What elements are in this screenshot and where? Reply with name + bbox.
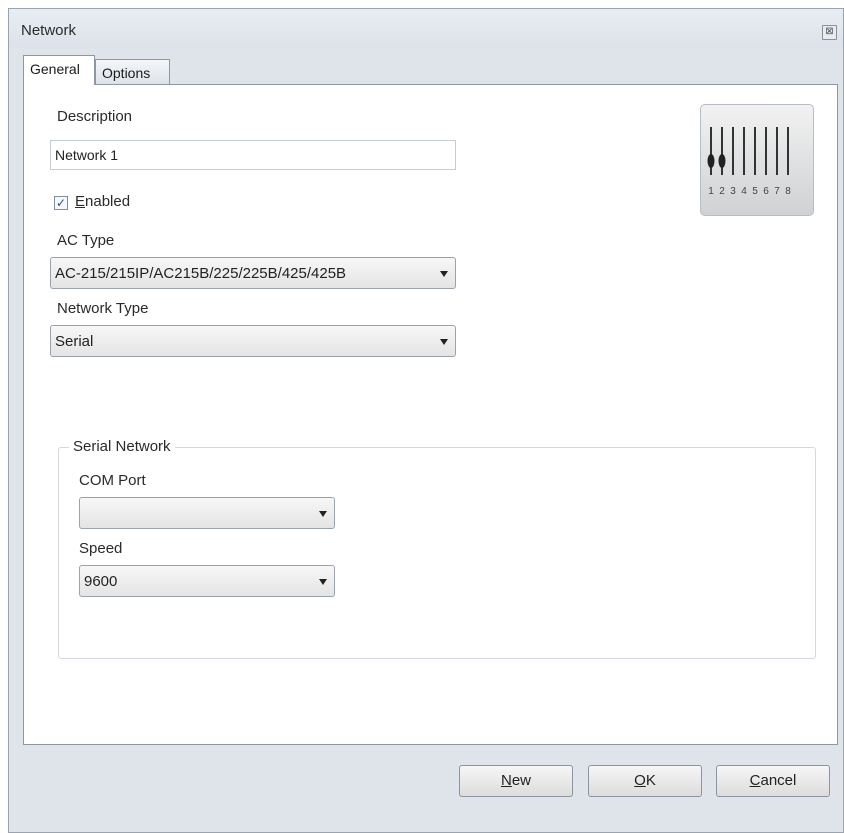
ok-button[interactable]: OK: [588, 765, 702, 797]
dip-switch-graphic: 1 2 3 4 5 6 7 8: [707, 127, 791, 197]
new-mnemonic: N: [500, 772, 512, 789]
ok-label-rest: K: [645, 772, 656, 789]
com-port-select[interactable]: [79, 497, 335, 529]
dip-number: 4: [741, 186, 747, 197]
chevron-down-icon: [440, 271, 448, 277]
network-type-select[interactable]: Serial: [50, 325, 456, 357]
ac-type-label: AC Type: [57, 232, 115, 249]
enabled-checkbox[interactable]: ✓: [54, 196, 68, 210]
dip-number: 3: [730, 186, 736, 197]
dip-number: 7: [774, 186, 780, 197]
cancel-mnemonic: C: [749, 772, 761, 789]
description-input[interactable]: Network 1: [50, 140, 456, 170]
tab-general[interactable]: General: [23, 55, 95, 85]
window-title: Network: [21, 22, 77, 39]
cancel-label-rest: ancel: [760, 772, 797, 789]
ok-mnemonic: O: [634, 772, 646, 789]
close-button[interactable]: ⊠: [822, 25, 837, 40]
dip-number: 2: [719, 186, 725, 197]
speed-label: Speed: [79, 540, 123, 557]
com-port-label: COM Port: [79, 472, 146, 489]
network-type-value: Serial: [55, 333, 94, 350]
description-label: Description: [57, 108, 133, 125]
network-type-label: Network Type: [57, 300, 149, 317]
title-bar[interactable]: Network ⊠: [9, 9, 843, 47]
chevron-down-icon: [319, 579, 327, 585]
new-label-rest: ew: [511, 772, 532, 789]
dip-number: 1: [708, 186, 714, 197]
speed-select[interactable]: 9600: [79, 565, 335, 597]
tab-options-label: Options: [102, 65, 151, 81]
enabled-mnemonic: E: [75, 193, 86, 210]
dip-number: 8: [785, 186, 791, 197]
cancel-button[interactable]: Cancel: [716, 765, 830, 797]
chevron-down-icon: [440, 339, 448, 345]
ac-type-value: AC-215/215IP/AC215B/225/225B/425/425B: [55, 265, 347, 282]
dip-switch-icon: 1 2 3 4 5 6 7 8: [700, 104, 814, 216]
new-button[interactable]: New: [459, 765, 573, 797]
network-dialog: Network ⊠ General Options Description Ne…: [8, 8, 844, 833]
tab-general-label: General: [30, 61, 80, 77]
serial-network-group: Serial Network COM Port Speed 9600: [58, 438, 816, 659]
general-tab-panel: Description Network 1 ✓ Enabled AC Type …: [23, 84, 838, 745]
tab-options[interactable]: Options: [95, 59, 170, 85]
speed-value: 9600: [84, 573, 118, 590]
serial-network-title: Serial Network: [69, 438, 175, 455]
dip-number: 5: [752, 186, 758, 197]
enabled-label-rest: nabled: [85, 193, 131, 210]
chevron-down-icon: [319, 511, 327, 517]
ac-type-select[interactable]: AC-215/215IP/AC215B/225/225B/425/425B: [50, 257, 456, 289]
enabled-label[interactable]: Enabled: [75, 193, 130, 210]
dip-number: 6: [763, 186, 769, 197]
